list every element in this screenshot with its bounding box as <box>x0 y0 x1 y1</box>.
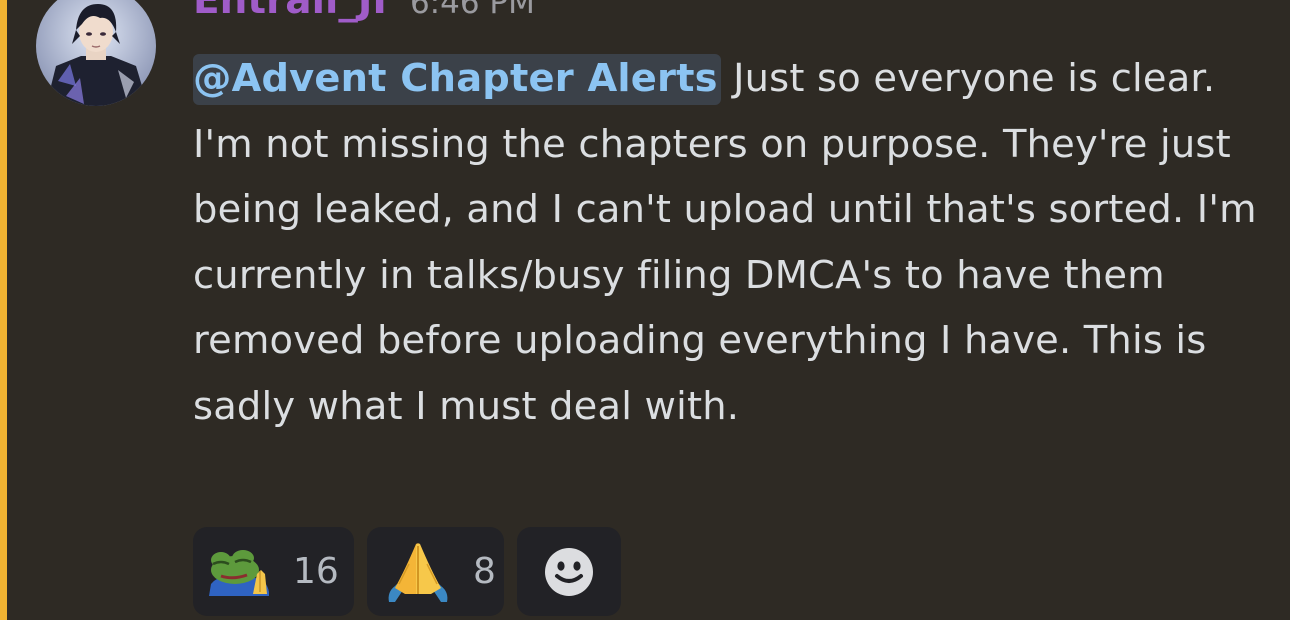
smiley-add-reaction-icon <box>545 547 593 596</box>
reaction-pepe-pray[interactable]: 16 <box>193 527 354 616</box>
user-mention[interactable]: @Advent Chapter Alerts <box>193 54 721 105</box>
reaction-count: 16 <box>293 551 339 592</box>
pepe-pray-emoji <box>209 549 269 596</box>
reaction-count: 8 <box>473 551 496 592</box>
folded-hands-emoji <box>388 542 448 602</box>
mention-highlight-bar <box>0 0 7 620</box>
add-reaction-button[interactable] <box>517 527 621 616</box>
avatar[interactable] <box>36 0 156 106</box>
chat-message: Entrail_JI 6:46 PM @Advent Chapter Alert… <box>0 0 1290 620</box>
message-content: @Advent Chapter Alerts Just so everyone … <box>193 46 1263 440</box>
timestamp[interactable]: 6:46 PM <box>410 0 535 21</box>
reaction-folded-hands[interactable]: 8 <box>367 527 504 616</box>
avatar-image <box>36 0 156 106</box>
reactions-bar: 16 8 <box>193 527 621 616</box>
message-text: Just so everyone is clear. I'm not missi… <box>193 56 1257 429</box>
username[interactable]: Entrail_JI <box>193 0 387 23</box>
message-header: Entrail_JI 6:46 PM <box>193 0 535 30</box>
